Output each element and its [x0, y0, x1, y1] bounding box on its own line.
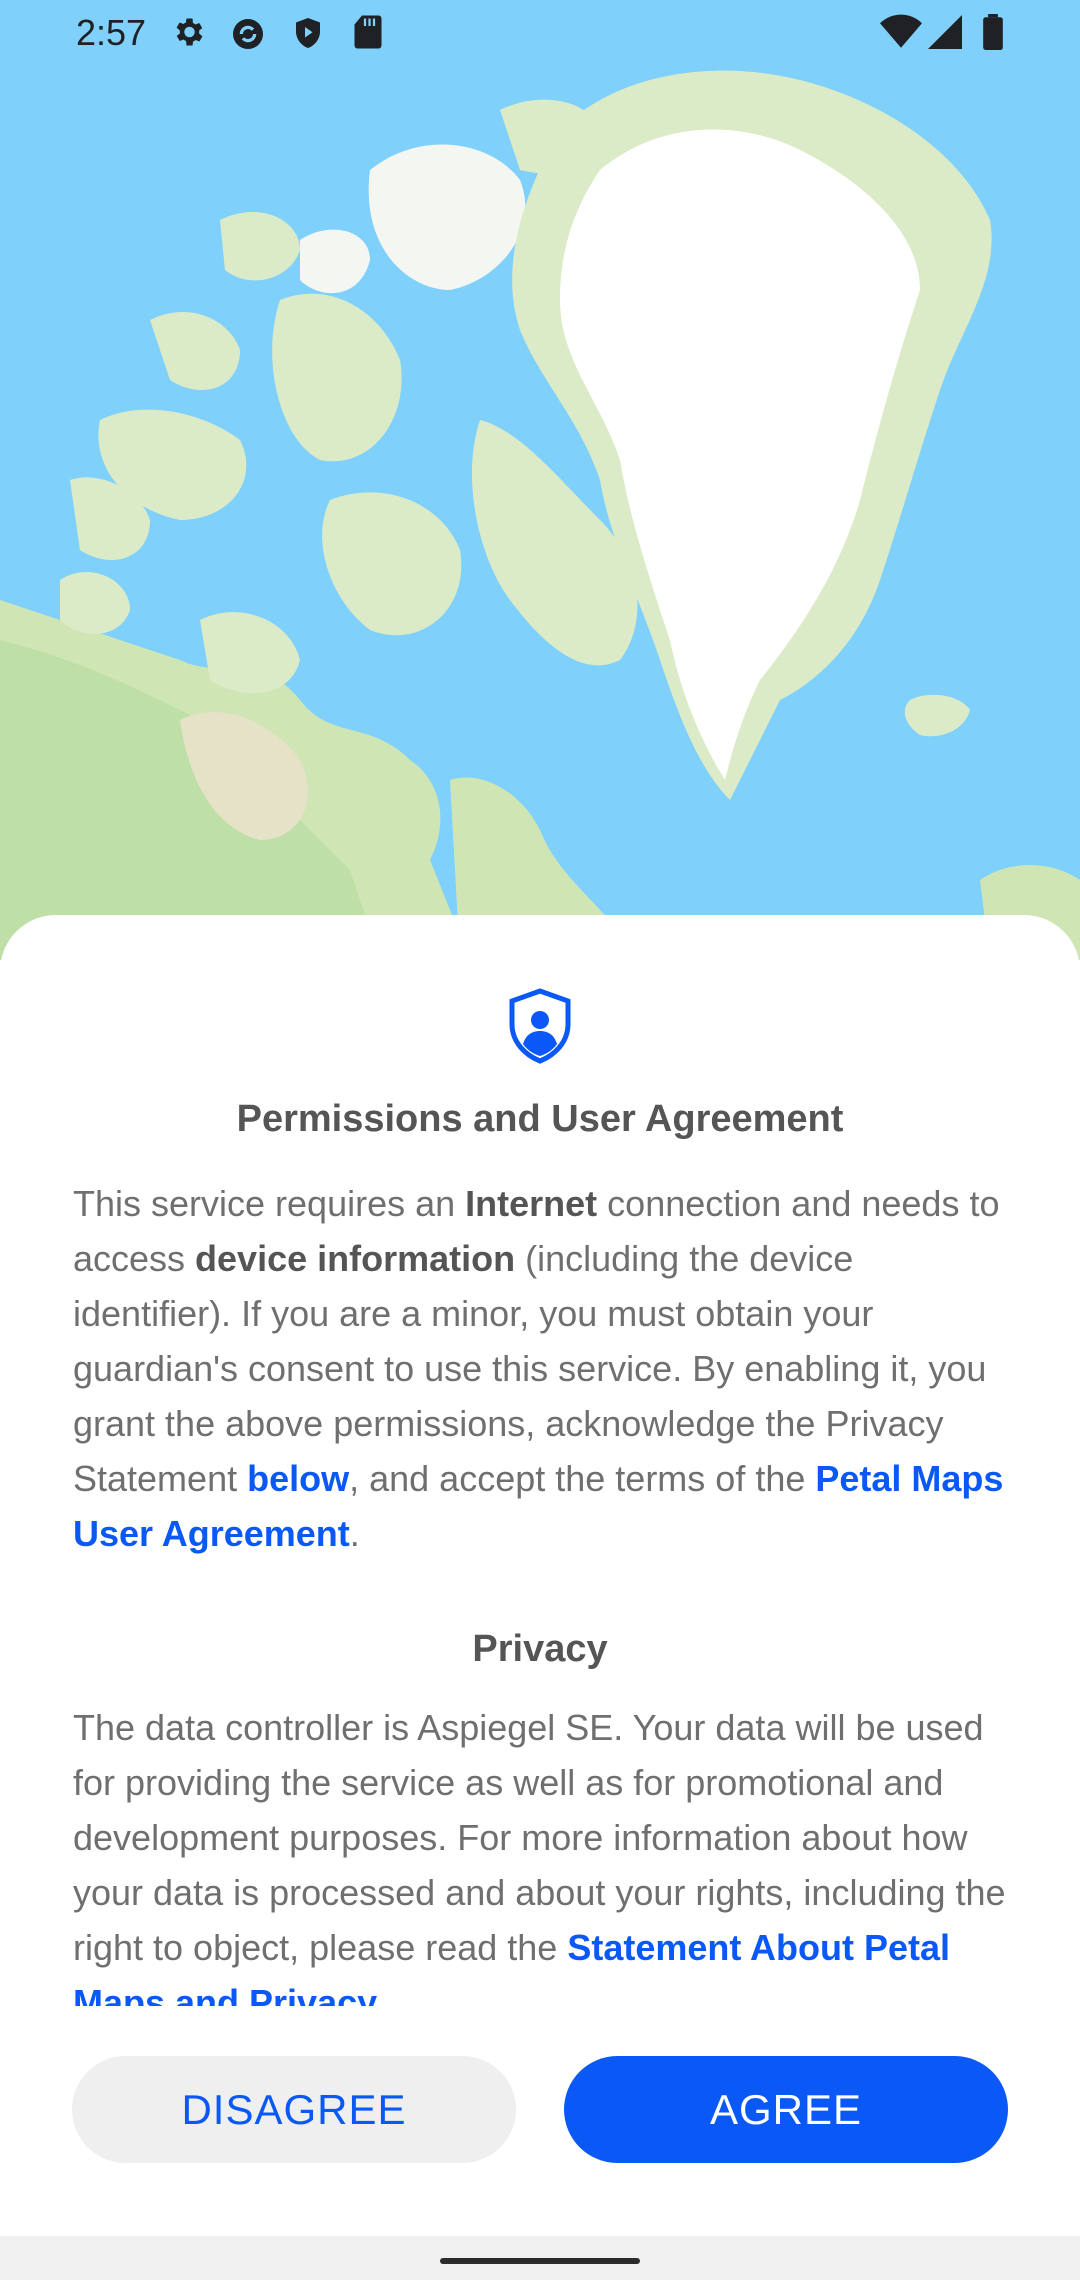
map-view[interactable]	[0, 0, 1080, 960]
settings-icon	[170, 14, 206, 59]
disagree-button[interactable]: DISAGREE	[72, 2056, 516, 2163]
internet-emphasis: Internet	[465, 1183, 598, 1224]
privacy-body: The data controller is Aspiegel SE. Your…	[73, 1700, 1013, 2006]
navigation-bar	[0, 2236, 1080, 2280]
map-graphic	[0, 70, 1080, 960]
shield-play-icon	[290, 14, 326, 61]
body-text-4: , and accept the terms of the	[349, 1458, 816, 1499]
privacy-title: Privacy	[472, 1628, 608, 1670]
home-gesture-handle[interactable]	[440, 2258, 640, 2264]
privacy-below-link[interactable]: below	[247, 1458, 349, 1499]
body-text-5: .	[349, 1513, 360, 1554]
body-text-1: This service requires an	[73, 1183, 466, 1224]
wifi-icon	[880, 14, 922, 59]
device-info-emphasis: device information	[195, 1238, 516, 1279]
privacy-shield-icon	[508, 988, 572, 1069]
status-time: 2:57	[76, 12, 147, 53]
privacy-scroll-area[interactable]: The data controller is Aspiegel SE. Your…	[73, 1700, 1013, 2006]
signal-icon	[928, 14, 962, 59]
dialog-title: Permissions and User Agreement	[236, 1098, 844, 1140]
battery-icon	[982, 14, 1004, 59]
permissions-body: This service requires an Internet connec…	[73, 1176, 1013, 1561]
status-bar: 2:57	[0, 0, 1080, 66]
sync-icon	[228, 14, 268, 63]
agree-button[interactable]: AGREE	[564, 2056, 1008, 2163]
sd-card-icon	[352, 14, 384, 59]
